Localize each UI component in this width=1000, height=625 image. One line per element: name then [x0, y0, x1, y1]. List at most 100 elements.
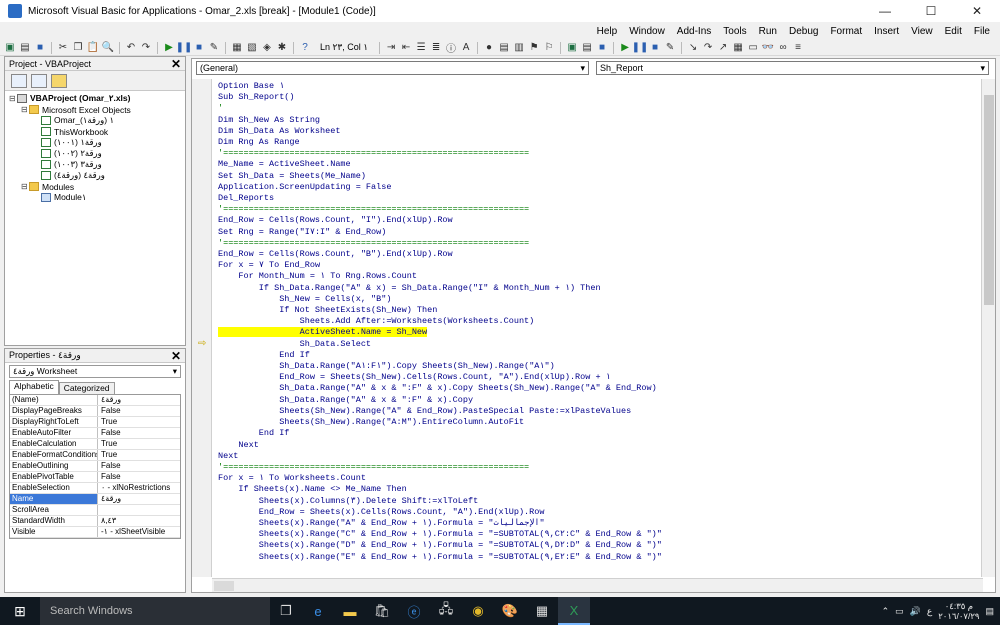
ie-icon[interactable]: ⓔ: [398, 597, 430, 625]
view-object-icon[interactable]: [31, 73, 47, 88]
property-row[interactable]: Visible -١ - xlSheetVisible: [10, 527, 180, 538]
expand-toggle-icon[interactable]: ⊟: [21, 182, 29, 191]
project-tree-node[interactable]: ThisWorkbook: [9, 126, 181, 137]
save-icon-2[interactable]: ■: [596, 42, 608, 54]
property-row[interactable]: EnableCalculation True: [10, 439, 180, 450]
toggle-breakpoint-icon[interactable]: ●: [483, 42, 495, 54]
toggle-folders-icon[interactable]: [51, 73, 67, 88]
tray-chevron-icon[interactable]: ⌃: [882, 606, 890, 617]
code-line[interactable]: Sheets(x).Columns(٣).Delete Shift:=xlToL…: [218, 496, 980, 507]
project-tree-node[interactable]: ⊟ Modules: [9, 181, 181, 192]
toolbox-icon[interactable]: ✱: [276, 42, 288, 54]
property-value[interactable]: ٠ - xlNoRestrictions: [98, 483, 180, 493]
volume-icon[interactable]: 🔊: [910, 606, 921, 617]
procedure-combo[interactable]: Sh_Report ▾: [596, 61, 989, 75]
project-tree-node[interactable]: Module١: [9, 192, 181, 203]
code-line[interactable]: Option Base ١: [218, 81, 980, 92]
list-constants-icon[interactable]: ≣: [430, 42, 442, 54]
code-line[interactable]: Dim Sh_Data As Worksheet: [218, 126, 980, 137]
reset-icon-2[interactable]: ■: [649, 42, 661, 54]
copy-icon[interactable]: ❐: [72, 42, 84, 54]
property-row[interactable]: EnableFormatConditionsCalcTrue: [10, 450, 180, 461]
code-line[interactable]: Sh_Data.Select: [218, 339, 980, 350]
code-line[interactable]: If Sh_Data.Range("A" & x) = Sh_Data.Rang…: [218, 283, 980, 294]
watch-window-icon[interactable]: 👓: [762, 42, 774, 54]
code-line[interactable]: Sh_Data.Range("A" & x & ":F" & x).Copy: [218, 395, 980, 406]
taskbar-search-box[interactable]: Search Windows: [40, 597, 270, 625]
code-line[interactable]: End_Row = Cells(Rows.Count, "B").End(xlU…: [218, 249, 980, 260]
code-line[interactable]: '=======================================…: [218, 238, 980, 249]
menu-view[interactable]: View: [905, 26, 939, 37]
property-value[interactable]: False: [98, 472, 180, 482]
insert-userform-icon[interactable]: ▤: [581, 42, 593, 54]
code-line[interactable]: End If: [218, 350, 980, 361]
property-value[interactable]: False: [98, 461, 180, 471]
paste-icon[interactable]: 📋: [87, 42, 99, 54]
comment-block-icon[interactable]: ▤: [498, 42, 510, 54]
project-tree-node[interactable]: ورقة٤ (ورقة٤): [9, 170, 181, 181]
vertical-scroll-thumb[interactable]: [984, 95, 994, 305]
close-button[interactable]: ✕: [954, 0, 1000, 22]
indent-icon[interactable]: ⇥: [385, 42, 397, 54]
locals-window-icon[interactable]: ▦: [732, 42, 744, 54]
outdent-icon[interactable]: ⇤: [400, 42, 412, 54]
next-bookmark-icon[interactable]: ⚐: [543, 42, 555, 54]
code-line[interactable]: Sheets.Add After:=Worksheets(Worksheets.…: [218, 316, 980, 327]
excel-view-icon[interactable]: ▣: [4, 42, 16, 54]
parameter-info-icon[interactable]: A: [460, 42, 472, 54]
object-browser-icon[interactable]: ◈: [261, 42, 273, 54]
redo-icon[interactable]: ↷: [140, 42, 152, 54]
code-line[interactable]: End_Row = Sheets(x).Cells(Rows.Count, "A…: [218, 507, 980, 518]
code-line[interactable]: End If: [218, 428, 980, 439]
code-line[interactable]: Sheets(Sh_New).Range("A:M").EntireColumn…: [218, 417, 980, 428]
vertical-scrollbar[interactable]: [981, 79, 995, 577]
expand-toggle-icon[interactable]: ⊟: [21, 105, 29, 114]
code-line[interactable]: Set Rng = Range("I٧:I" & End_Row): [218, 227, 980, 238]
menu-add-ins[interactable]: Add-Ins: [671, 26, 717, 37]
property-row[interactable]: ScrollArea: [10, 505, 180, 516]
property-value[interactable]: True: [98, 417, 180, 427]
code-line[interactable]: For Month_Num = ١ To Rng.Rows.Count: [218, 271, 980, 282]
tab-categorized[interactable]: Categorized: [58, 382, 115, 394]
menu-format[interactable]: Format: [824, 26, 868, 37]
code-line[interactable]: If Not SheetExists(Sh_New) Then: [218, 305, 980, 316]
property-row[interactable]: EnablePivotTable False: [10, 472, 180, 483]
network-icon[interactable]: ▭: [895, 606, 904, 617]
code-line[interactable]: Next: [218, 451, 980, 462]
call-stack-icon[interactable]: ≡: [792, 42, 804, 54]
tab-alphabetic[interactable]: Alphabetic: [9, 380, 59, 394]
object-combo[interactable]: (General) ▾: [196, 61, 589, 75]
code-line[interactable]: Sub Sh_Report(): [218, 92, 980, 103]
property-value[interactable]: True: [98, 450, 180, 460]
property-value[interactable]: True: [98, 439, 180, 449]
cut-icon[interactable]: ✂: [57, 42, 69, 54]
code-line[interactable]: Sh_New = Cells(x, "B"): [218, 294, 980, 305]
quick-info-icon[interactable]: ⓘ: [445, 42, 457, 55]
language-indicator[interactable]: ع: [927, 606, 932, 617]
code-line[interactable]: Dim Sh_New As String: [218, 115, 980, 126]
code-editor[interactable]: Option Base ١ Sub Sh_Report() ' Dim Sh_New …: [214, 81, 980, 576]
property-row[interactable]: EnableOutlining False: [10, 461, 180, 472]
project-tree-node[interactable]: Omar_١ (ورقة١): [9, 115, 181, 126]
file-explorer-icon[interactable]: ▬: [334, 597, 366, 625]
design-mode-icon[interactable]: ✎: [208, 42, 220, 54]
current-execution-line[interactable]: ActiveSheet.Name = Sh_New: [218, 327, 980, 338]
property-value[interactable]: False: [98, 406, 180, 416]
properties-window-icon[interactable]: ▧: [246, 42, 258, 54]
undo-icon[interactable]: ↶: [125, 42, 137, 54]
code-line[interactable]: Next: [218, 440, 980, 451]
menu-window[interactable]: Window: [623, 26, 671, 37]
step-out-icon[interactable]: ↗: [717, 42, 729, 54]
quick-watch-icon[interactable]: ∞: [777, 42, 789, 54]
project-explorer-icon[interactable]: ▦: [231, 42, 243, 54]
code-line[interactable]: Sheets(x).Range("C" & End_Row + ١).Formu…: [218, 529, 980, 540]
project-explorer-close-button[interactable]: ✕: [171, 57, 181, 71]
break-icon[interactable]: ❚❚: [176, 42, 193, 54]
property-value[interactable]: ورقة٤: [98, 395, 180, 405]
task-view-icon[interactable]: ❐: [270, 597, 302, 625]
object-selector-dropdown[interactable]: ورقة٤ Worksheet ▾: [9, 365, 181, 378]
help-icon[interactable]: ?: [299, 42, 311, 54]
code-line[interactable]: End_Row = Sheets(Sh_New).Cells(Rows.Coun…: [218, 372, 980, 383]
edge-icon[interactable]: e: [302, 597, 334, 625]
code-line[interactable]: Sheets(Sh_New).Range("A" & End_Row).Past…: [218, 406, 980, 417]
